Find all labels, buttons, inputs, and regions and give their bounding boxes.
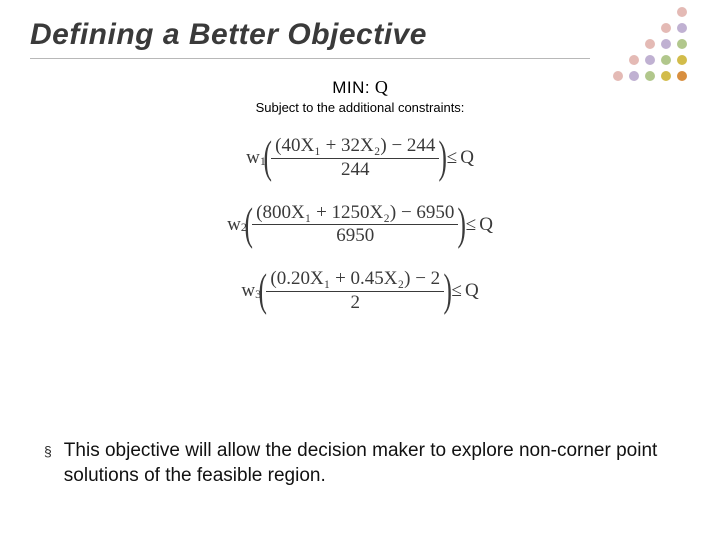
- constraint-3: w3 ( (0.20X₁ + 0.45X₂) − 2 2 ) ≤ Q: [241, 268, 478, 315]
- decorative-dot-grid: [612, 6, 698, 92]
- slide-title: Defining a Better Objective: [30, 18, 590, 59]
- constraint-1: w1 ( (40X₁ + 32X₂) − 244 244 ) ≤ Q: [246, 135, 474, 182]
- subject-line: Subject to the additional constraints:: [30, 100, 690, 115]
- bullet-text: This objective will allow the decision m…: [64, 439, 680, 488]
- objective-line: MIN: Q: [30, 77, 690, 98]
- bullet-point: § This objective will allow the decision…: [44, 439, 680, 488]
- constraints-block: w1 ( (40X₁ + 32X₂) − 244 244 ) ≤ Q w2 ( …: [30, 135, 690, 315]
- min-label: MIN:: [332, 78, 370, 97]
- constraint-2: w2 ( (800X₁ + 1250X₂) − 6950 6950 ) ≤ Q: [227, 202, 493, 249]
- bullet-mark-icon: §: [44, 443, 52, 459]
- objective-var: Q: [375, 77, 388, 97]
- slide: Defining a Better Objective MIN: Q Subje…: [0, 0, 720, 540]
